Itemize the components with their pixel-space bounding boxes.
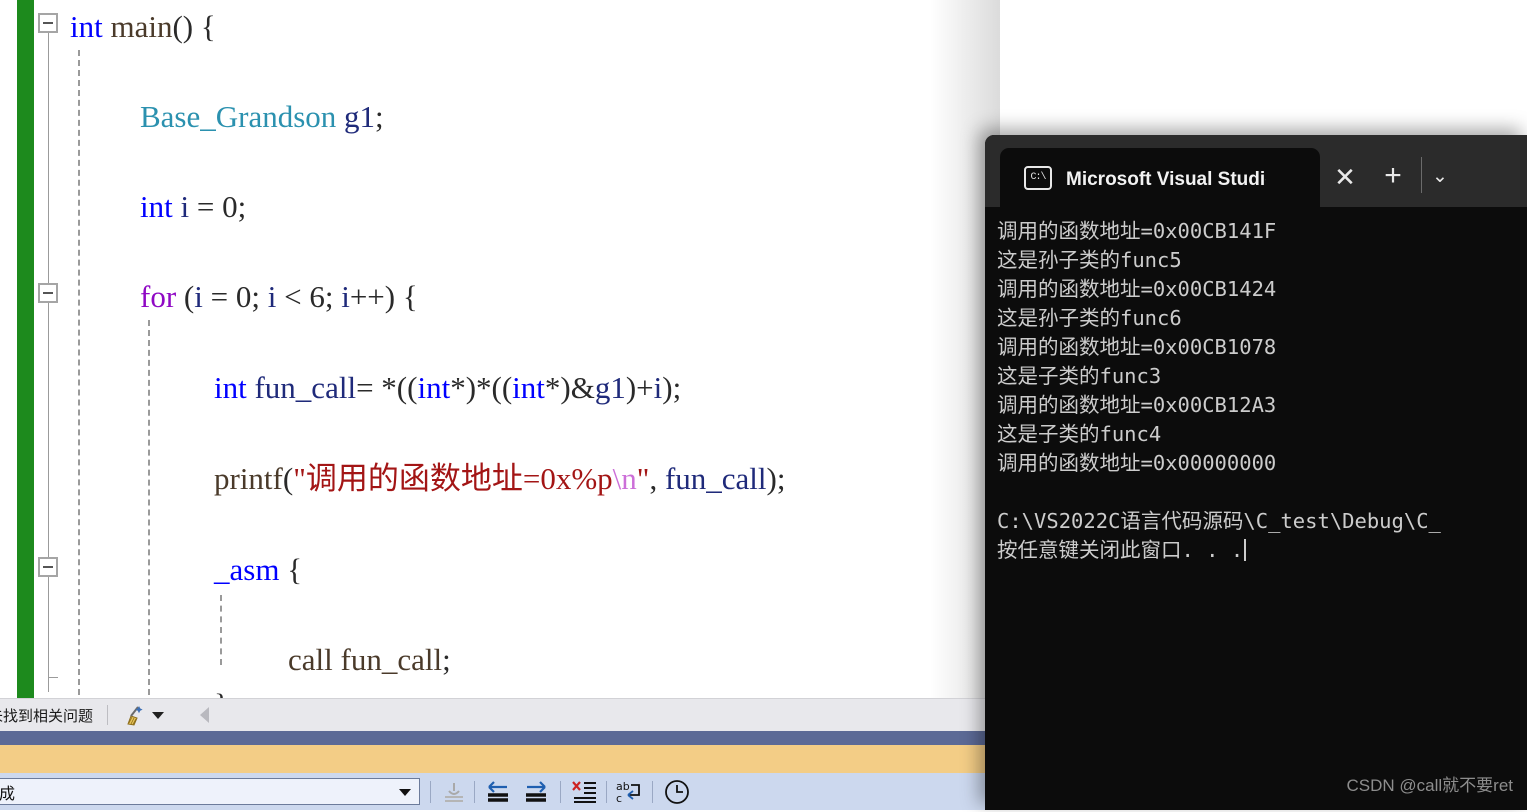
previous-arrow-icon[interactable] <box>200 707 210 723</box>
console-line: 这是孙子类的func5 <box>997 248 1182 272</box>
csdn-watermark: CSDN @call就不要ret <box>1346 776 1514 795</box>
console-tab[interactable]: C:\ Microsoft Visual Studio 调试控制台 <box>1000 148 1320 207</box>
issue-status-text: 未找到相关问题 <box>0 707 94 725</box>
separator <box>474 781 475 803</box>
terminal-cmd-icon: C:\ <box>1024 165 1052 190</box>
console-tab-title: Microsoft Visual Studio 调试控制台 <box>1066 169 1266 190</box>
separator <box>107 705 109 725</box>
error-list-status-bar: 未找到相关问题 <box>0 698 1000 731</box>
separator <box>560 781 561 803</box>
console-line: 这是子类的func3 <box>997 364 1162 388</box>
chevron-down-icon[interactable] <box>152 711 165 719</box>
clear-list-x-icon[interactable] <box>568 777 602 807</box>
code-text[interactable]: int main() { Base_Grandson g1; int i = 0… <box>0 0 1000 698</box>
console-line: C:\VS2022C语言代码源码\C_test\Debug\C_ <box>997 509 1441 533</box>
output-scope-dropdown[interactable]: 成 <box>0 778 420 805</box>
separator <box>606 781 607 803</box>
anchor-underline-icon[interactable] <box>437 777 471 807</box>
console-title-bar[interactable]: C:\ Microsoft Visual Studio 调试控制台 ✕ + ⌄ <box>985 135 1527 207</box>
console-line: 调用的函数地址=0x00CB12A3 <box>997 393 1277 417</box>
console-output-area[interactable]: 调用的函数地址=0x00CB141F 这是孙子类的func5 调用的函数地址=0… <box>985 207 1527 810</box>
console-line: 调用的函数地址=0x00CB141F <box>997 219 1277 243</box>
console-prompt-text: 按任意键关闭此窗口. . . <box>997 538 1244 562</box>
blue-band <box>0 731 1000 745</box>
output-scope-value: 成 <box>0 785 16 803</box>
abc-wrap-icon[interactable]: ab c <box>612 777 646 807</box>
separator <box>430 781 431 803</box>
arrow-left-lines-icon[interactable] <box>482 777 516 807</box>
broom-icon[interactable] <box>122 704 146 726</box>
code-editor-pane[interactable]: int main() { Base_Grandson g1; int i = 0… <box>0 0 1000 698</box>
tan-band <box>0 745 1000 773</box>
chevron-down-icon[interactable]: ⌄ <box>1425 163 1455 193</box>
console-line: 调用的函数地址=0x00CB1424 <box>997 277 1277 301</box>
separator <box>652 781 653 803</box>
console-line: 这是孙子类的func6 <box>997 306 1182 330</box>
clock-icon[interactable] <box>660 777 694 807</box>
console-line-with-cursor: 按任意键关闭此窗口. . . <box>997 536 1527 565</box>
debug-console-window[interactable]: C:\ Microsoft Visual Studio 调试控制台 ✕ + ⌄ … <box>985 135 1527 810</box>
new-tab-icon[interactable]: + <box>1378 161 1408 191</box>
separator <box>1421 157 1422 193</box>
output-toolbar: 成 ab c <box>0 773 1000 810</box>
console-line: 调用的函数地址=0x00000000 <box>997 451 1277 475</box>
text-cursor <box>1244 539 1247 561</box>
console-line: 调用的函数地址=0x00CB1078 <box>997 335 1277 359</box>
close-icon[interactable]: ✕ <box>1330 163 1360 193</box>
arrow-right-lines-icon[interactable] <box>520 777 554 807</box>
console-line: 这是子类的func4 <box>997 422 1162 446</box>
chevron-down-icon[interactable] <box>399 789 411 796</box>
svg-text:c: c <box>616 792 622 805</box>
